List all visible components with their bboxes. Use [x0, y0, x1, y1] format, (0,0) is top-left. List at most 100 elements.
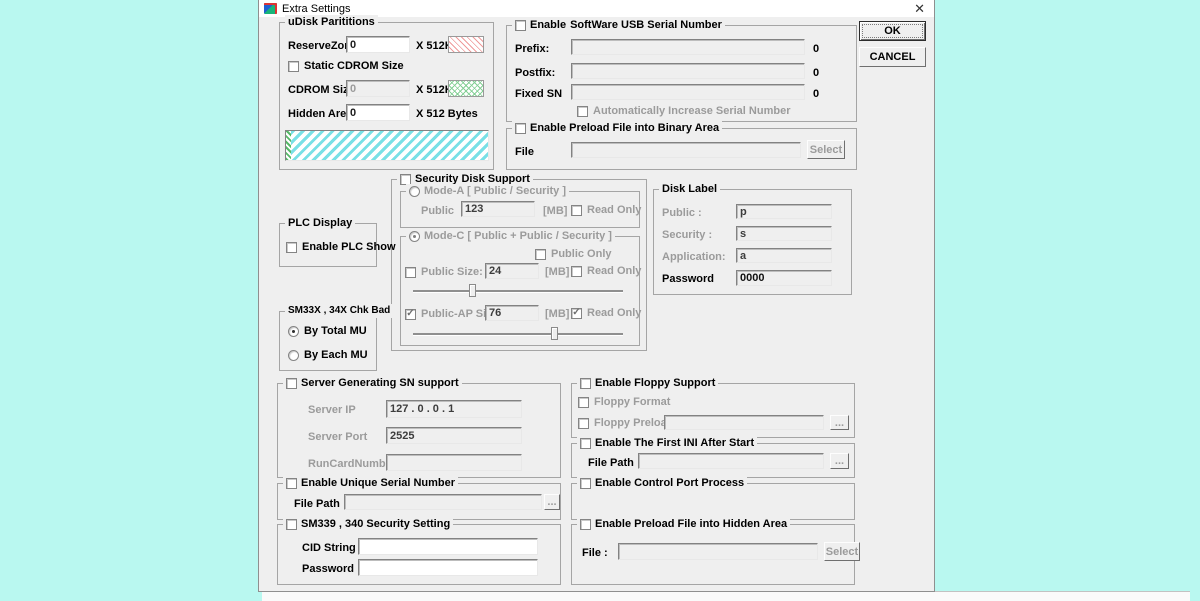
- public-size-checkbox: Public Size:: [405, 266, 483, 279]
- checkbox-box: [286, 478, 297, 489]
- group-first-ini: Enable The First INI After Start File Pa…: [571, 443, 855, 478]
- group-server-sn: Server Generating SN support Server IP 1…: [277, 383, 561, 478]
- disk-security-label: Security :: [662, 229, 712, 242]
- server-ip-input: 127 . 0 . 0 . 1: [386, 400, 522, 418]
- radio-circle: [409, 231, 420, 242]
- cancel-button[interactable]: CANCEL: [859, 47, 926, 67]
- by-total-mu-radio[interactable]: By Total MU: [288, 325, 367, 337]
- sm339-password-input[interactable]: [358, 559, 538, 576]
- cid-string-input[interactable]: [358, 538, 538, 555]
- mode-a-radio: Mode-A [ Public / Security ]: [406, 184, 569, 198]
- public-ap-read-only-checkbox: Read Only: [571, 307, 641, 320]
- unique-sn-browse-button: ...: [544, 494, 560, 510]
- public-size-input: 24: [485, 263, 539, 279]
- prefix-label: Prefix:: [515, 43, 549, 56]
- public-size-mb-label: [MB]: [545, 266, 569, 279]
- first-ini-file-path-input: [638, 453, 824, 469]
- extra-settings-dialog: Extra Settings ✕ OK CANCEL uDisk Paritit…: [258, 0, 935, 592]
- mode-a-public-input: 123: [461, 201, 535, 217]
- checkbox-box: [515, 20, 526, 31]
- auto-increase-serial-checkbox: Automatically Increase Serial Number: [577, 105, 790, 118]
- server-port-input: 2525: [386, 427, 522, 444]
- by-each-mu-radio[interactable]: By Each MU: [288, 349, 368, 361]
- ok-button[interactable]: OK: [859, 21, 926, 41]
- checkbox-box: [580, 519, 591, 530]
- disk-security-input: s: [736, 226, 832, 241]
- enable-floppy-checkbox[interactable]: Enable Floppy Support: [577, 376, 718, 390]
- runcard-input: [386, 454, 522, 471]
- group-security-disk: Security Disk Support Mode-A [ Public / …: [391, 179, 647, 351]
- radio-circle: [409, 186, 420, 197]
- group-chk-bad: SM33X , 34X Chk Bad By Total MU By Each …: [279, 311, 377, 371]
- hidden-area-input[interactable]: 0: [346, 104, 410, 121]
- group-unique-sn: Enable Unique Serial Number File Path ..…: [277, 483, 561, 520]
- checkbox-box: [288, 61, 299, 72]
- enable-first-ini-checkbox[interactable]: Enable The First INI After Start: [577, 436, 757, 450]
- cid-string-label: CID String: [302, 542, 356, 555]
- enable-unique-sn-checkbox[interactable]: Enable Unique Serial Number: [283, 476, 458, 490]
- server-ip-label: Server IP: [308, 404, 356, 417]
- enable-software-usb-serial-checkbox[interactable]: Enable SoftWare USB Serial Number: [512, 18, 725, 32]
- hidden-file-input: [618, 543, 818, 560]
- group-software-usb-serial: Enable SoftWare USB Serial Number Prefix…: [506, 25, 857, 122]
- first-ini-browse-button: ...: [830, 453, 849, 469]
- unique-sn-file-path-input: [344, 494, 542, 510]
- checkbox-box: [571, 308, 582, 319]
- mode-a-public-label: Public: [421, 205, 454, 218]
- postfix-count: 0: [813, 67, 819, 80]
- server-sn-checkbox[interactable]: Server Generating SN support: [283, 376, 462, 390]
- group-udisk-partitions: uDisk Parititions ReserveZone 0 X 512K S…: [279, 22, 494, 170]
- group-disk-label: Disk Label Public : p Security : s Appli…: [653, 189, 852, 295]
- disk-application-input: a: [736, 248, 832, 263]
- checkbox-box: [286, 519, 297, 530]
- close-icon[interactable]: ✕: [914, 1, 925, 16]
- reserve-zone-input[interactable]: 0: [346, 36, 410, 53]
- group-chk-bad-title: SM33X , 34X Chk Bad: [285, 304, 393, 318]
- hidden-area-unit: X 512 Bytes: [416, 108, 478, 121]
- first-ini-file-path-label: File Path: [588, 457, 634, 470]
- binary-file-label: File: [515, 146, 534, 159]
- prefix-count: 0: [813, 43, 819, 56]
- radio-circle: [288, 326, 299, 337]
- group-preload-hidden: Enable Preload File into Hidden Area Fil…: [571, 524, 855, 585]
- checkbox-box: [571, 266, 582, 277]
- checkbox-box: [580, 438, 591, 449]
- public-size-slider: [413, 290, 623, 292]
- reserve-zone-hatch-swatch: [448, 36, 484, 53]
- group-plc-display: PLC Display Enable PLC Show: [279, 223, 377, 267]
- enable-control-port-checkbox[interactable]: Enable Control Port Process: [577, 476, 747, 490]
- sm339-security-checkbox[interactable]: SM339 , 340 Security Setting: [283, 517, 453, 531]
- hidden-select-button: Select: [824, 542, 860, 561]
- hidden-area-label: Hidden Area: [288, 108, 352, 121]
- enable-preload-binary-checkbox[interactable]: Enable Preload File into Binary Area: [512, 121, 722, 135]
- floppy-preload-checkbox: Floppy Preload: [578, 417, 673, 430]
- server-port-label: Server Port: [308, 431, 367, 444]
- floppy-browse-button: ...: [830, 415, 849, 430]
- checkbox-box: [405, 309, 416, 320]
- disk-password-input[interactable]: 0000: [736, 270, 832, 286]
- static-cdrom-size-checkbox[interactable]: Static CDROM Size: [288, 60, 404, 73]
- unique-sn-file-path-label: File Path: [294, 498, 340, 511]
- checkbox-box: [400, 174, 411, 185]
- app-icon: [264, 3, 277, 14]
- checkbox-box: [578, 418, 589, 429]
- slider-thumb: [551, 327, 558, 340]
- enable-preload-hidden-checkbox[interactable]: Enable Preload File into Hidden Area: [577, 517, 790, 531]
- cdrom-size-input: 0: [346, 80, 410, 97]
- group-disk-label-title: Disk Label: [659, 182, 720, 196]
- public-ap-size-input: 76: [485, 305, 539, 321]
- cdrom-hatch-swatch: [448, 80, 484, 97]
- enable-plc-show-checkbox[interactable]: Enable PLC Show: [286, 241, 396, 254]
- public-size-read-only-checkbox: Read Only: [571, 265, 641, 278]
- fixed-sn-count: 0: [813, 88, 819, 101]
- slider-thumb: [469, 284, 476, 297]
- checkbox-box: [515, 123, 526, 134]
- group-plc-title: PLC Display: [285, 216, 355, 230]
- checkbox-box: [535, 249, 546, 260]
- checkbox-box: [580, 478, 591, 489]
- radio-circle: [288, 350, 299, 361]
- disk-public-label: Public :: [662, 207, 702, 220]
- checkbox-box: [405, 267, 416, 278]
- group-control-port: Enable Control Port Process: [571, 483, 855, 520]
- partition-bar-cyan-segment: [291, 131, 488, 160]
